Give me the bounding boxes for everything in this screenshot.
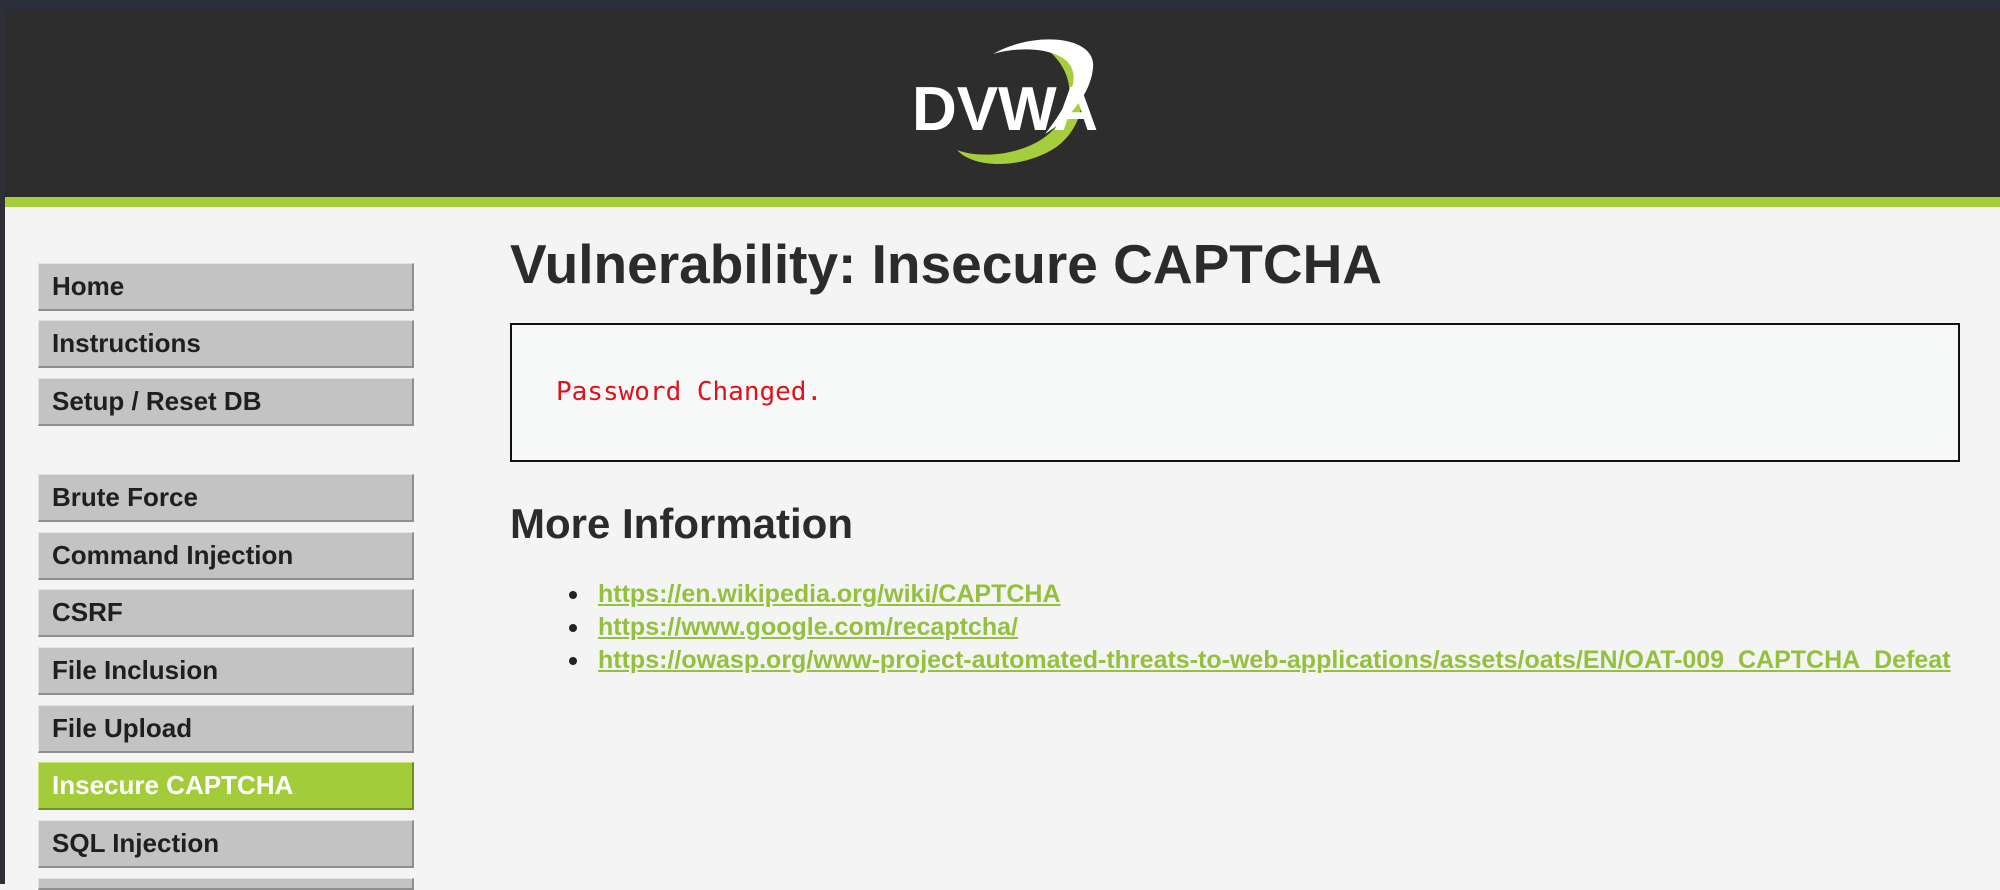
list-item: https://owasp.org/www-project-automated-… (510, 644, 1960, 677)
sidebar-item-brute-force[interactable]: Brute Force (38, 474, 414, 522)
link-wikipedia-captcha[interactable]: https://en.wikipedia.org/wiki/CAPTCHA (598, 580, 1061, 608)
result-box: Password Changed. (510, 323, 1960, 462)
browser-top-bar (0, 0, 2000, 12)
sidebar-item-file-inclusion[interactable]: File Inclusion (38, 647, 414, 695)
result-message: Password Changed. (556, 377, 823, 407)
sidebar-item-file-upload[interactable]: File Upload (38, 705, 414, 753)
link-owasp-oat-009[interactable]: https://owasp.org/www-project-automated-… (598, 646, 1951, 674)
link-google-recaptcha[interactable]: https://www.google.com/recaptcha/ (598, 613, 1018, 641)
sidebar-item-partial[interactable] (38, 878, 414, 890)
dvwa-logo: DVWA (912, 39, 1098, 164)
list-item: https://www.google.com/recaptcha/ (510, 611, 1960, 644)
header-accent-bar (5, 197, 2000, 207)
list-item: https://en.wikipedia.org/wiki/CAPTCHA (510, 578, 1960, 611)
more-information-heading: More Information (510, 500, 853, 547)
sidebar-item-setup-reset-db[interactable]: Setup / Reset DB (38, 378, 414, 426)
sidebar-item-csrf[interactable]: CSRF (38, 589, 414, 637)
logo-text: DVWA (912, 75, 1098, 144)
page-title: Vulnerability: Insecure CAPTCHA (510, 233, 1383, 295)
sidebar-item-home[interactable]: Home (38, 263, 414, 311)
sidebar-item-insecure-captcha[interactable]: Insecure CAPTCHA (38, 762, 414, 810)
sidebar-item-sql-injection[interactable]: SQL Injection (38, 820, 414, 868)
more-information-links: https://en.wikipedia.org/wiki/CAPTCHA ht… (510, 578, 1960, 677)
sidebar-item-instructions[interactable]: Instructions (38, 320, 414, 368)
sidebar-item-command-injection[interactable]: Command Injection (38, 532, 414, 580)
